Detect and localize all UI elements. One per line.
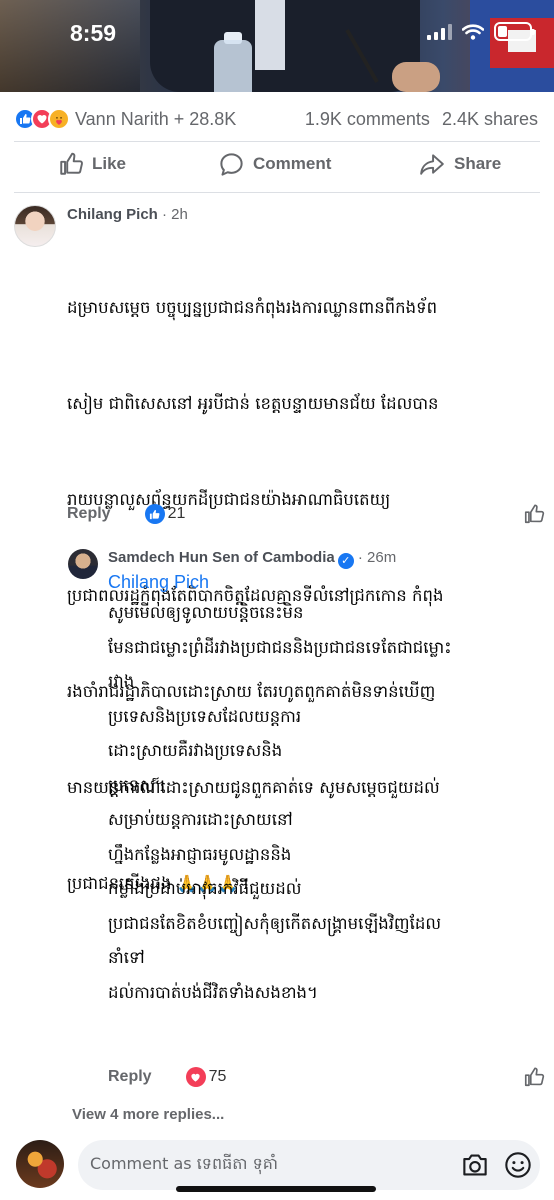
reactions-summary[interactable]: Vann Narith + 28.8K 1.9K comments 2.4K s…	[14, 104, 538, 134]
comment-input-placeholder: Comment as ទេពធីតា ទុគាំ	[90, 1154, 278, 1173]
divider	[14, 192, 540, 193]
emoji-icon[interactable]	[504, 1151, 532, 1179]
reply-button[interactable]: Reply	[108, 1068, 152, 1086]
reactors-summary[interactable]: Vann Narith + 28.8K	[75, 109, 236, 130]
wifi-icon	[462, 23, 484, 40]
avatar[interactable]	[68, 549, 98, 579]
camera-icon[interactable]	[460, 1152, 490, 1178]
reaction-count[interactable]: 75	[209, 1068, 227, 1086]
reply-line: ដោះស្រាយគឺរវាងប្រទេសនិង	[108, 741, 283, 760]
like-icon	[144, 504, 165, 524]
reply-body: សូមមើលឲ្យទូលាយបន្តិចនេះមិន មែនជាជម្លោះព្…	[108, 596, 528, 1010]
reply-line: សូមមើលឲ្យទូលាយបន្តិចនេះមិន	[108, 603, 304, 622]
care-icon	[48, 108, 70, 130]
reply-line: រវាង	[108, 672, 135, 691]
comment-line: សៀម ជាពិសេសនៅ អូរបីជាន់ ខេត្តបន្ទាយមានជ័…	[67, 394, 439, 413]
reply-header: Samdech Hun Sen of Cambodia ✓ · 26m	[108, 549, 396, 569]
reply-author[interactable]: Samdech Hun Sen of Cambodia	[108, 549, 335, 566]
comments-count[interactable]: 1.9K comments	[305, 109, 430, 130]
reply-line: ហ្នឹងកន្លែងអាជ្ញាធរមូលដ្ឋាននិង	[108, 844, 292, 864]
reply-line: ប្រជាជនតែខិតខំបញ្ចៀសកុំឲ្យកើតសង្គ្រាមឡើង…	[108, 913, 442, 933]
reply-line: ប្រទេស។	[108, 775, 166, 795]
view-more-replies-link[interactable]: View 4 more replies...	[72, 1106, 224, 1123]
comment-input[interactable]: Comment as ទេពធីតា ទុគាំ	[78, 1140, 540, 1190]
comment-header: Chilang Pich · 2h	[67, 206, 188, 223]
mention-link[interactable]: Chilang Pich	[108, 572, 209, 593]
reply-button[interactable]: Reply	[67, 505, 111, 523]
photo-shirt-collar	[255, 0, 285, 70]
battery-icon	[494, 22, 535, 41]
post-actions: Like Comment Share	[0, 146, 554, 182]
like-label: Like	[92, 154, 127, 173]
comment-button[interactable]: Comment	[218, 151, 331, 178]
home-indicator	[176, 1186, 376, 1192]
share-button[interactable]: Share	[418, 151, 501, 177]
avatar[interactable]	[14, 205, 56, 247]
reaction-count[interactable]: 21	[168, 505, 186, 523]
shares-count[interactable]: 2.4K shares	[442, 109, 538, 130]
photo-hand	[392, 62, 440, 92]
like-outline-icon[interactable]	[523, 503, 545, 525]
like-outline-icon[interactable]	[523, 1066, 545, 1088]
reply-line: ប្រទេសនិងប្រទេសដែលយន្តការ	[108, 706, 302, 726]
comment-meta: Reply 21	[67, 503, 545, 525]
avatar[interactable]	[16, 1140, 64, 1188]
comment-author[interactable]: Chilang Pich	[67, 206, 158, 223]
photo-water-bottle	[214, 40, 252, 92]
status-icons	[427, 22, 535, 41]
comment-label: Comment	[253, 154, 332, 173]
comment-icon	[220, 152, 243, 176]
love-icon	[185, 1067, 206, 1087]
like-button[interactable]: Like	[58, 151, 126, 177]
cellular-signal-icon	[427, 23, 452, 40]
comment-time: · 2h	[162, 206, 188, 223]
like-outline-icon	[60, 152, 83, 175]
share-label: Share	[454, 154, 502, 173]
reply-line: ដល់ការបាត់បង់ជីវិតទាំងសងខាង។	[108, 982, 318, 1002]
reply-line: សម្រាប់យន្តការដោះស្រាយនៅ	[108, 810, 293, 829]
divider	[14, 141, 540, 142]
reply-meta: Reply 75	[108, 1066, 545, 1088]
verified-badge-icon: ✓	[337, 552, 354, 569]
comment-line: ដម្រាបសម្តេច បច្ចុប្បន្នប្រជាជនកំពុងរងកា…	[67, 298, 438, 317]
reply-line: កម្លាំងប្រដាប់អាវុធរកវិធីជួយដល់	[108, 879, 302, 898]
photo-person-suit	[150, 0, 420, 92]
status-time: 8:59	[70, 20, 117, 46]
reaction-icons	[14, 108, 70, 130]
reply-line: មែនជាជម្លោះព្រំដីរវាងប្រជាជននិងប្រជាជនទេ…	[108, 637, 452, 657]
reply-time: · 26m	[357, 549, 397, 566]
share-icon	[420, 154, 444, 175]
reply-line: នាំទៅ	[108, 948, 145, 967]
